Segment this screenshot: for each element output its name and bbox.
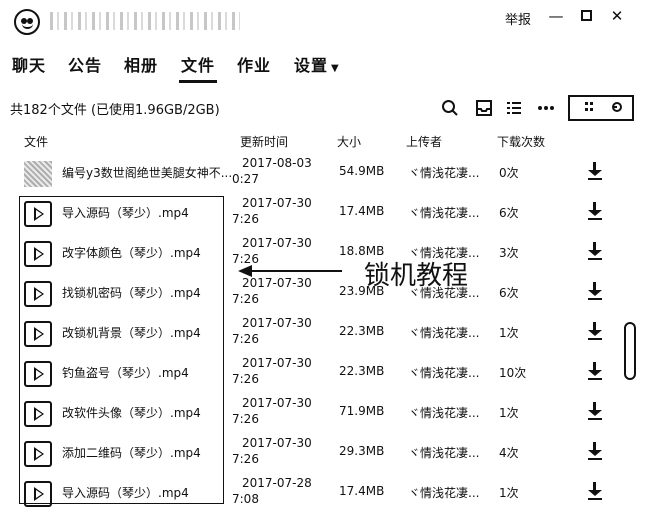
file-date: 2017-07-28: [242, 476, 312, 490]
tab-announcement[interactable]: 公告: [68, 52, 102, 76]
scrollbar-thumb[interactable]: [624, 322, 636, 380]
download-icon[interactable]: [588, 402, 602, 420]
download-icon[interactable]: [588, 442, 602, 460]
file-row[interactable]: 编号y3数世阁绝世美腿女神不... 2017-08-03 0:27 54.9MB…: [0, 152, 650, 192]
file-toolbar: 共182个文件 (已使用1.96GB/2GB): [0, 92, 650, 124]
file-download-count: 0次: [499, 166, 519, 180]
file-date: 2017-07-30: [242, 356, 312, 370]
download-icon[interactable]: [588, 242, 602, 260]
file-size: 54.9MB: [339, 164, 385, 178]
tab-chat[interactable]: 聊天: [12, 52, 46, 76]
download-icon[interactable]: [588, 282, 602, 300]
file-time: 7:26: [232, 452, 259, 466]
download-icon[interactable]: [588, 322, 602, 340]
tab-bar: 聊天 公告 相册 文件 作业 设置 ▼: [0, 52, 650, 83]
file-size: 22.3MB: [339, 364, 385, 378]
file-download-count: 1次: [499, 406, 519, 420]
file-time: 7:26: [232, 292, 259, 306]
file-size: 71.9MB: [339, 404, 385, 418]
storage-summary: 共182个文件 (已使用1.96GB/2GB): [10, 103, 220, 118]
file-uploader[interactable]: ヾ情浅花凄...: [408, 324, 479, 341]
image-file-icon: [24, 161, 52, 187]
group-avatar-icon[interactable]: [14, 9, 40, 35]
file-date: 2017-07-30: [242, 316, 312, 330]
inbox-icon[interactable]: [474, 99, 494, 117]
file-date: 2017-07-30: [242, 196, 312, 210]
highlight-box: [19, 196, 224, 504]
file-uploader[interactable]: ヾ情浅花凄...: [408, 484, 479, 501]
file-uploader[interactable]: ヾ情浅花凄...: [408, 404, 479, 421]
file-date: 2017-07-30: [242, 436, 312, 450]
file-size: 22.3MB: [339, 324, 385, 338]
annotation-arrow-line: [250, 270, 342, 272]
tab-settings[interactable]: 设置 ▼: [294, 52, 340, 76]
file-time: 7:26: [232, 332, 259, 346]
file-time: 7:08: [232, 492, 259, 506]
tab-homework[interactable]: 作业: [237, 52, 271, 76]
file-time: 7:26: [232, 412, 259, 426]
more-icon[interactable]: [536, 99, 556, 117]
file-size: 29.3MB: [339, 444, 385, 458]
column-uploader[interactable]: 上传者: [406, 133, 442, 150]
tab-settings-label: 设置: [294, 56, 329, 75]
file-download-count: 6次: [499, 206, 519, 220]
grid-view-icon[interactable]: [584, 100, 594, 117]
file-name[interactable]: 编号y3数世阁绝世美腿女神不...: [62, 164, 232, 181]
search-icon[interactable]: [440, 99, 460, 117]
column-size[interactable]: 大小: [337, 133, 361, 150]
column-updated[interactable]: 更新时间: [240, 133, 288, 150]
list-icon[interactable]: [504, 99, 524, 117]
file-uploader[interactable]: ヾ情浅花凄...: [408, 204, 479, 221]
view-toggle[interactable]: [568, 95, 634, 121]
file-table-header: 文件 更新时间 大小 上传者 下载次数: [0, 133, 650, 153]
report-button[interactable]: 举报: [505, 9, 531, 28]
file-size: 17.4MB: [339, 204, 385, 218]
file-uploader[interactable]: ヾ情浅花凄...: [408, 364, 479, 381]
file-time: 7:26: [232, 212, 259, 226]
file-download-count: 10次: [499, 366, 527, 380]
group-name-redacted: [50, 12, 240, 30]
file-time: 7:26: [232, 252, 259, 266]
download-icon[interactable]: [588, 202, 602, 220]
file-download-count: 1次: [499, 486, 519, 500]
maximize-icon[interactable]: [577, 7, 595, 25]
file-uploader[interactable]: ヾ情浅花凄...: [408, 164, 479, 181]
file-date: 2017-08-03: [242, 156, 312, 170]
file-time: 7:26: [232, 372, 259, 386]
download-icon[interactable]: [588, 482, 602, 500]
file-download-count: 6次: [499, 286, 519, 300]
file-date: 2017-07-30: [242, 396, 312, 410]
minimize-icon[interactable]: —: [547, 7, 565, 25]
tab-album[interactable]: 相册: [124, 52, 158, 76]
download-icon[interactable]: [588, 162, 602, 180]
file-time: 0:27: [232, 172, 259, 186]
close-icon[interactable]: ✕: [608, 7, 626, 25]
title-bar: 举报 — ✕: [0, 0, 650, 44]
tab-files[interactable]: 文件: [178, 52, 218, 83]
file-uploader[interactable]: ヾ情浅花凄...: [408, 444, 479, 461]
file-download-count: 3次: [499, 246, 519, 260]
caret-down-icon: ▼: [331, 63, 340, 74]
file-date: 2017-07-30: [242, 276, 312, 290]
column-downloads[interactable]: 下载次数: [497, 133, 545, 150]
file-download-count: 4次: [499, 446, 519, 460]
column-file[interactable]: 文件: [24, 133, 48, 150]
file-date: 2017-07-30: [242, 236, 312, 250]
download-icon[interactable]: [588, 362, 602, 380]
annotation-label: 锁机教程: [364, 261, 469, 291]
file-size: 17.4MB: [339, 484, 385, 498]
file-download-count: 1次: [499, 326, 519, 340]
detail-view-icon[interactable]: [612, 100, 622, 117]
